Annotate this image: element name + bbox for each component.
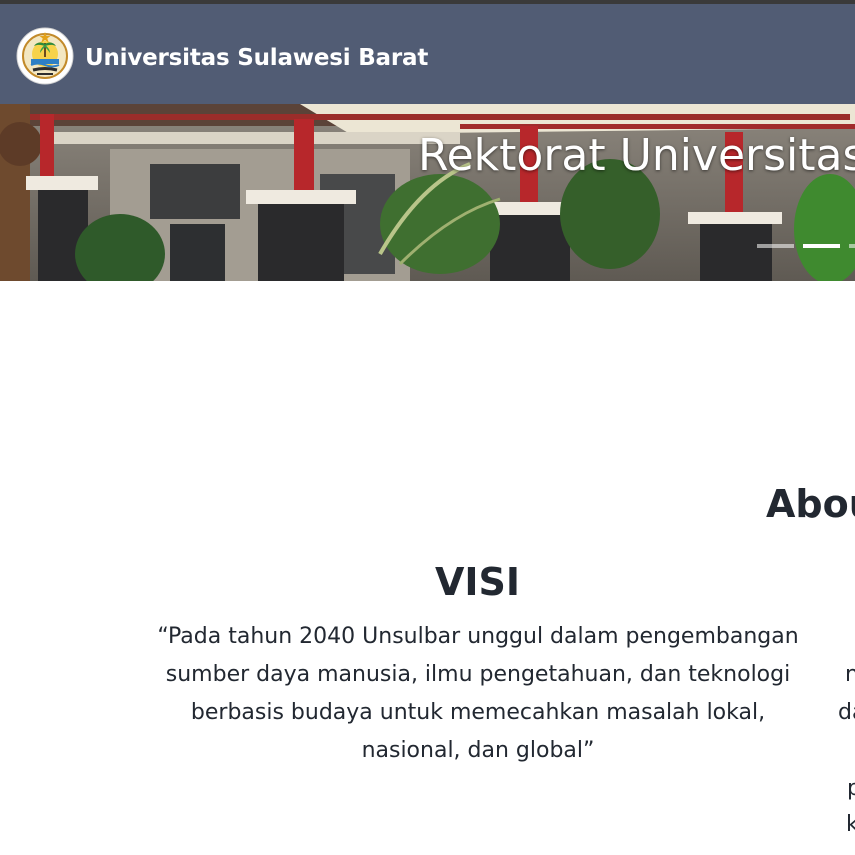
hero-carousel[interactable]: Rektorat Universitas bbox=[0, 104, 855, 281]
carousel-indicators bbox=[757, 244, 855, 248]
misi-text-fragment: da bbox=[838, 700, 855, 725]
visi-title: VISI bbox=[434, 560, 521, 604]
carousel-indicator-3[interactable] bbox=[849, 244, 855, 248]
carousel-indicator-1[interactable] bbox=[757, 244, 794, 248]
misi-text-fragment: n bbox=[845, 662, 855, 687]
university-emblem-icon bbox=[16, 27, 74, 89]
misi-text-fragment: p bbox=[847, 776, 855, 801]
about-section-title: About bbox=[766, 482, 855, 526]
navbar: Universitas Sulawesi Barat bbox=[0, 4, 855, 104]
brand-name: Universitas Sulawesi Barat bbox=[85, 45, 429, 71]
navbar-brand-link[interactable]: Universitas Sulawesi Barat bbox=[16, 27, 428, 89]
visi-text: “Pada tahun 2040 Unsulbar unggul dalam p… bbox=[157, 624, 799, 763]
hero-caption: Rektorat Universitas bbox=[418, 130, 855, 181]
misi-text-fragment: k bbox=[846, 812, 855, 837]
carousel-indicator-2[interactable] bbox=[803, 244, 840, 248]
